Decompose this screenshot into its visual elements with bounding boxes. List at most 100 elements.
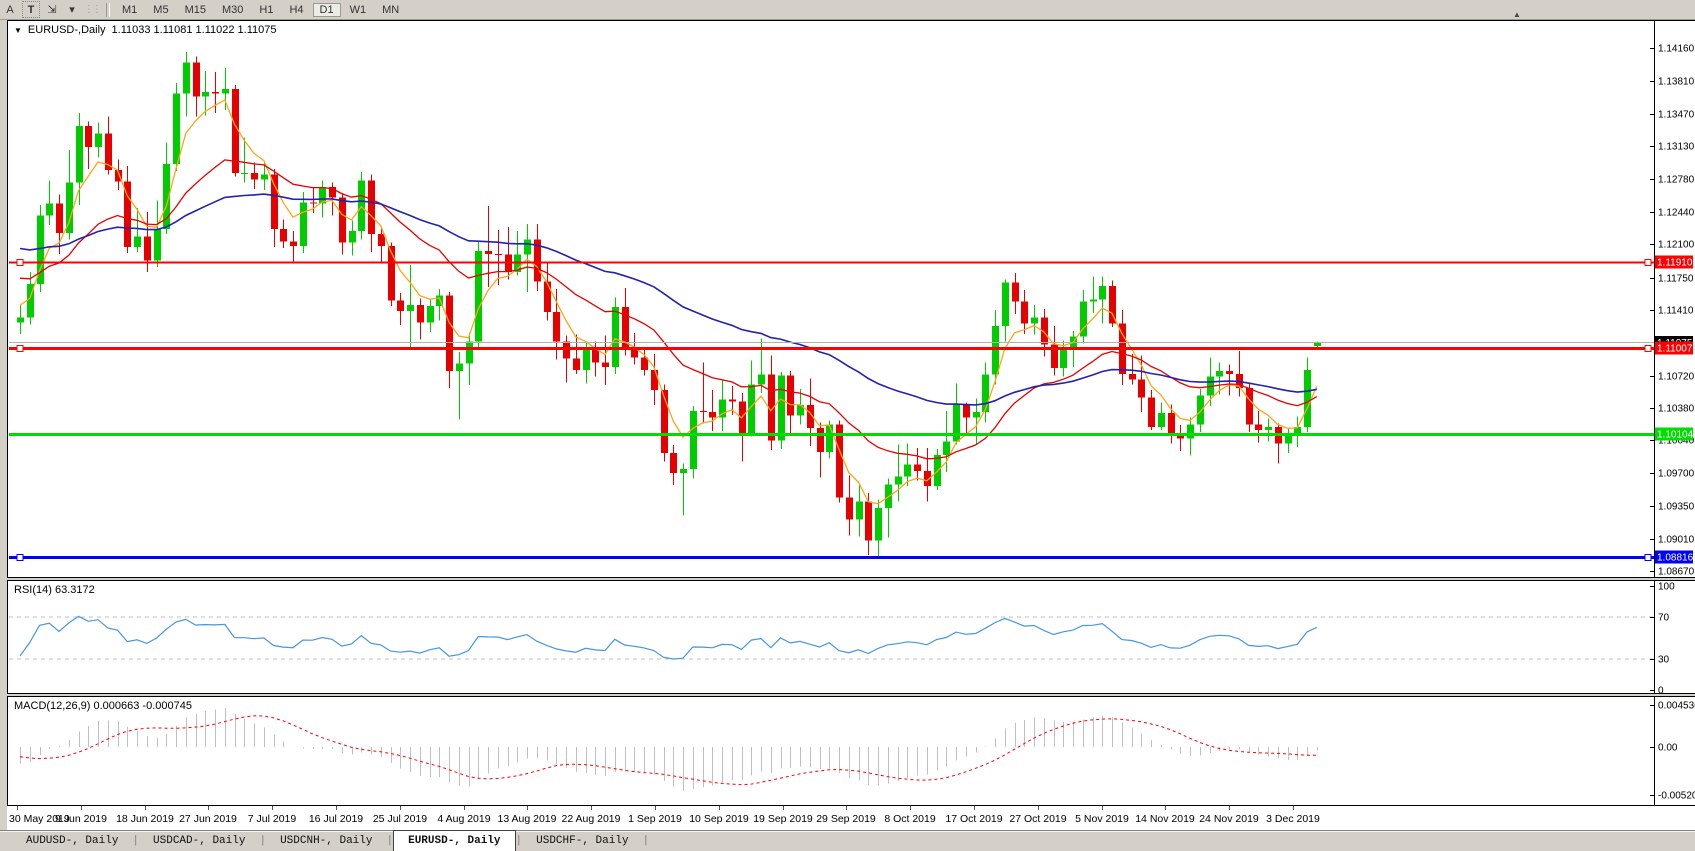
hline-handle-right[interactable] [1645, 346, 1651, 352]
candle-up [1002, 282, 1009, 326]
candle-down [1109, 286, 1116, 323]
candle-down [573, 359, 580, 370]
macd-tick-label: 0.00 [1658, 743, 1678, 754]
timeframe-button-w1[interactable]: W1 [343, 3, 374, 17]
candle-up [1090, 299, 1097, 301]
timeframe-button-h4[interactable]: H4 [282, 3, 310, 17]
timeframe-button-h1[interactable]: H1 [252, 3, 280, 17]
price-tick-label: 1.10380 [1658, 404, 1695, 415]
date-tick-label: 18 Jun 2019 [116, 813, 174, 825]
price-chart-panel[interactable]: ▼ EURUSD-,Daily 1.11033 1.11081 1.11022 … [7, 20, 1695, 578]
date-tick-label: 4 Aug 2019 [437, 813, 490, 825]
candle-up [183, 62, 190, 93]
time-axis[interactable]: 30 May 20199 Jun 201918 Jun 201927 Jun 2… [7, 806, 1695, 830]
timeframe-button-m30[interactable]: M30 [215, 3, 250, 17]
candle-up [1285, 436, 1292, 444]
candle-down [280, 229, 287, 241]
macd-label: MACD(12,26,9) 0.000663 -0.000745 [14, 700, 192, 712]
rsi-line [20, 616, 1317, 659]
date-tick-label: 25 Jul 2019 [373, 813, 427, 825]
toolbar-separator [106, 3, 110, 17]
timeframe-button-m5[interactable]: M5 [146, 3, 175, 17]
candle-up [475, 251, 482, 341]
candle-up [680, 469, 687, 473]
hline-handle-left[interactable] [17, 555, 23, 561]
rsi-tick-label: 100 [1658, 582, 1675, 593]
rsi-tick-label: 30 [1658, 655, 1670, 666]
collapse-chart-icon[interactable]: ▼ [14, 26, 22, 35]
date-tick-label: 13 Aug 2019 [498, 813, 557, 825]
scroll-up-marker-icon[interactable]: ▲ [1513, 10, 1521, 19]
main-chart-canvas[interactable]: 1.141601.138101.134701.131301.127801.124… [8, 21, 1695, 577]
candle-up [154, 229, 161, 260]
chart-tab-usdchf[interactable]: USDCHF-, Daily [522, 831, 642, 851]
hline-handle-left[interactable] [17, 346, 23, 352]
timeframe-button-m1[interactable]: M1 [115, 3, 144, 17]
candle-down [553, 312, 560, 342]
candle-down [1021, 301, 1028, 323]
date-tick-label: 27 Oct 2019 [1009, 813, 1066, 825]
candle-down [544, 281, 551, 311]
chart-tab-eurusd[interactable]: EURUSD-, Daily [393, 830, 515, 851]
price-tick-label: 1.12780 [1658, 175, 1695, 186]
timeframe-button-m15[interactable]: M15 [178, 3, 213, 17]
candle-up [349, 231, 356, 242]
arrows-dropdown-caret-icon[interactable]: ▾ [64, 2, 80, 17]
candle-down [729, 400, 736, 402]
candle-up [778, 376, 785, 441]
candle-up [173, 94, 180, 164]
date-tick-label: 1 Sep 2019 [628, 813, 682, 825]
chart-tab-usdcad[interactable]: USDCAD-, Daily [139, 831, 259, 851]
date-tick-label: 7 Jul 2019 [248, 813, 297, 825]
candle-down [1246, 388, 1253, 424]
candle-down [641, 358, 648, 370]
hline-handle-right[interactable] [1645, 260, 1651, 266]
candle-down [56, 203, 63, 233]
level-price: 1.11910 [1657, 258, 1693, 269]
price-tick-label: 1.09350 [1658, 502, 1695, 513]
candle-up [612, 307, 619, 367]
price-tick-label: 1.13130 [1658, 142, 1695, 153]
candle-up [1197, 396, 1204, 425]
candle-down [290, 241, 297, 246]
timeframe-button-mn[interactable]: MN [375, 3, 406, 17]
top-toolbar: A T ⇲ ▾ ⋮⋮ M1M5M15M30H1H4D1W1MN [0, 0, 1695, 20]
macd-tick-label: -0.005205 [1658, 791, 1695, 802]
candle-down [963, 404, 970, 417]
chart-tab-audusd[interactable]: AUDUSD-, Daily [12, 831, 132, 851]
rsi-tick-label: 0 [1658, 686, 1664, 694]
timeframe-button-d1[interactable]: D1 [313, 3, 341, 17]
tab-separator: | [132, 831, 139, 851]
ma-ema20-line [20, 160, 1317, 459]
candle-up [1304, 370, 1311, 427]
price-tick-label: 1.14160 [1658, 44, 1695, 55]
candle-down [1129, 374, 1136, 380]
rsi-canvas[interactable]: 10070300 [8, 581, 1695, 693]
chart-tab-usdcnh[interactable]: USDCNH-, Daily [266, 831, 386, 851]
hline-handle-right[interactable] [1645, 555, 1651, 561]
text-tool-icon[interactable]: T [22, 1, 40, 18]
candle-down [368, 180, 375, 233]
candle-up [202, 92, 209, 97]
price-tick-label: 1.08670 [1658, 567, 1695, 578]
macd-canvas[interactable]: 0.0045360.00-0.005205 [8, 697, 1695, 805]
date-tick-label: 9 Jun 2019 [55, 813, 107, 825]
candle-up [904, 464, 911, 476]
candle-down [817, 428, 824, 452]
macd-indicator-panel[interactable]: MACD(12,26,9) 0.000663 -0.000745 0.00453… [7, 696, 1695, 806]
candle-up [982, 375, 989, 412]
arrow-style-icon[interactable]: A [2, 2, 18, 17]
hline-handle-left[interactable] [17, 260, 23, 266]
arrows-tool-icon[interactable]: ⇲ [44, 2, 60, 17]
date-tick-label: 22 Aug 2019 [562, 813, 621, 825]
price-tick-label: 1.09010 [1658, 535, 1695, 546]
date-tick-label: 29 Sep 2019 [816, 813, 876, 825]
candle-down [212, 92, 219, 94]
candle-up [856, 501, 863, 519]
rsi-indicator-panel[interactable]: RSI(14) 63.3172 10070300 [7, 580, 1695, 694]
candle-up [466, 341, 473, 363]
tab-separator: | [516, 831, 523, 851]
candle-up [427, 306, 434, 322]
candle-up [1265, 427, 1272, 430]
candle-up [222, 89, 229, 94]
